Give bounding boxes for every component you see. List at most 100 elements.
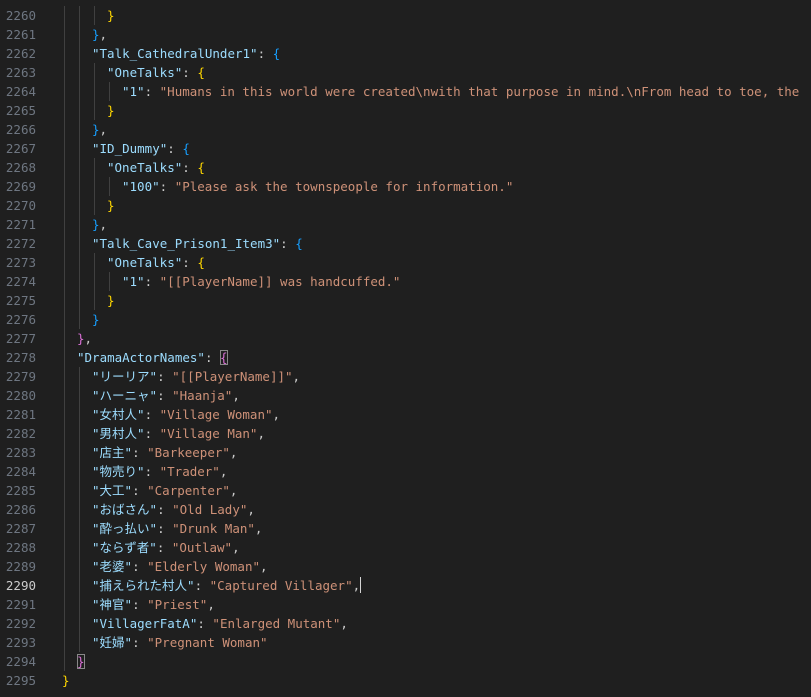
line-number: 2266 bbox=[5, 122, 36, 137]
code-line[interactable]: 2276} bbox=[0, 310, 811, 329]
code-line[interactable]: 2279 "リーリア": "[[PlayerName]]", bbox=[0, 367, 811, 386]
line-number: 2278 bbox=[5, 350, 36, 365]
code-token: { bbox=[220, 350, 228, 365]
code-line[interactable]: 2273 "OneTalks": { bbox=[0, 253, 811, 272]
code-editor[interactable]: 2260} 2261}, 2262 "Talk_CathedralUnder1": {… bbox=[0, 0, 811, 697]
code-token: "VillagerFatA" bbox=[92, 616, 198, 631]
indent-guide bbox=[64, 234, 65, 253]
indent-guide bbox=[79, 367, 80, 386]
code-token: : bbox=[132, 597, 148, 612]
indent-guide bbox=[94, 291, 95, 310]
indent-guide bbox=[94, 101, 95, 120]
code-token: "Priest" bbox=[147, 597, 208, 612]
code-token: : bbox=[197, 616, 213, 631]
line-code: "神官": "Priest", bbox=[92, 595, 215, 614]
indent-guide bbox=[64, 6, 65, 25]
code-line[interactable]: 2285 "大工": "Carpenter", bbox=[0, 481, 811, 500]
line-number: 2281 bbox=[5, 407, 36, 422]
code-line[interactable]: 2263 "OneTalks": { bbox=[0, 63, 811, 82]
code-token: : bbox=[157, 369, 173, 384]
code-line[interactable]: 2278 "DramaActorNames": { bbox=[0, 348, 811, 367]
code-line[interactable]: 2270} bbox=[0, 196, 811, 215]
code-token: "Talk_CathedralUnder1" bbox=[92, 46, 258, 61]
code-token: , bbox=[229, 445, 238, 460]
line-number: 2270 bbox=[5, 198, 36, 213]
indent-guide bbox=[64, 139, 65, 158]
code-line[interactable]: 2282 "男村人": "Village Man", bbox=[0, 424, 811, 443]
indent-guide bbox=[64, 82, 65, 101]
line-code: } bbox=[107, 101, 115, 120]
code-token: : bbox=[144, 84, 160, 99]
code-token: : bbox=[144, 464, 160, 479]
code-token: , bbox=[99, 27, 108, 42]
code-token: "Talk_Cave_Prison1_Item3" bbox=[92, 236, 281, 251]
code-line[interactable]: 2294} bbox=[0, 652, 811, 671]
code-token: "100" bbox=[122, 179, 160, 194]
code-line[interactable]: 2267 "ID_Dummy": { bbox=[0, 139, 811, 158]
code-token: , bbox=[229, 483, 238, 498]
code-line[interactable]: 2261}, bbox=[0, 25, 811, 44]
code-line[interactable]: 2288 "ならず者": "Outlaw", bbox=[0, 538, 811, 557]
indent-guide bbox=[79, 576, 80, 595]
line-number: 2261 bbox=[5, 27, 36, 42]
code-line[interactable]: 2268 "OneTalks": { bbox=[0, 158, 811, 177]
code-line[interactable]: 2292 "VillagerFatA": "Enlarged Mutant", bbox=[0, 614, 811, 633]
line-code: "OneTalks": { bbox=[107, 158, 205, 177]
code-token: : bbox=[144, 274, 160, 289]
indent-guide bbox=[79, 158, 80, 177]
line-code: } bbox=[92, 310, 100, 329]
indent-guide bbox=[64, 576, 65, 595]
line-number: 2269 bbox=[5, 179, 36, 194]
indent-guide bbox=[79, 386, 80, 405]
line-code: "100": "Please ask the townspeople for i… bbox=[122, 177, 513, 196]
code-line[interactable]: 2281 "女村人": "Village Woman", bbox=[0, 405, 811, 424]
line-number: 2294 bbox=[5, 654, 36, 669]
code-token: : bbox=[157, 502, 173, 517]
code-line[interactable]: 2265} bbox=[0, 101, 811, 120]
code-line[interactable]: 2286 "おばさん": "Old Lady", bbox=[0, 500, 811, 519]
indent-guide bbox=[64, 101, 65, 120]
code-line[interactable]: 2284 "物売り": "Trader", bbox=[0, 462, 811, 481]
indent-guide bbox=[64, 348, 65, 367]
indent-guide bbox=[64, 614, 65, 633]
code-line[interactable]: 2269 "100": "Please ask the townspeople f… bbox=[0, 177, 811, 196]
indent-guide bbox=[109, 82, 110, 101]
code-token: } bbox=[107, 198, 115, 213]
code-line[interactable]: 2264 "1": "Humans in this world were crea… bbox=[0, 82, 811, 101]
code-token: } bbox=[92, 27, 100, 42]
indent-guide bbox=[64, 177, 65, 196]
code-line[interactable]: 2291 "神官": "Priest", bbox=[0, 595, 811, 614]
line-number: 2282 bbox=[5, 426, 36, 441]
code-line[interactable]: 2260} bbox=[0, 6, 811, 25]
code-token: "[[PlayerName]]" bbox=[172, 369, 293, 384]
code-line[interactable]: 2277}, bbox=[0, 329, 811, 348]
code-token: } bbox=[92, 312, 100, 327]
indent-guide bbox=[79, 120, 80, 139]
code-line[interactable]: 2287 "酔っ払い": "Drunk Man", bbox=[0, 519, 811, 538]
indent-guide bbox=[79, 424, 80, 443]
indent-guide bbox=[109, 272, 110, 291]
code-line[interactable]: 2272 "Talk_Cave_Prison1_Item3": { bbox=[0, 234, 811, 253]
code-token: "Old Lady" bbox=[172, 502, 248, 517]
code-line[interactable]: 2295} bbox=[0, 671, 811, 690]
code-token: } bbox=[107, 103, 115, 118]
code-token: , bbox=[232, 540, 240, 555]
code-line[interactable]: 2275} bbox=[0, 291, 811, 310]
code-line[interactable]: 2280 "ハーニャ": "Haanja", bbox=[0, 386, 811, 405]
code-token: "Barkeeper" bbox=[147, 445, 230, 460]
line-code: "ハーニャ": "Haanja", bbox=[92, 386, 240, 405]
code-line[interactable]: 2266}, bbox=[0, 120, 811, 139]
line-code: "男村人": "Village Man", bbox=[92, 424, 265, 443]
line-code: "1": "[[PlayerName]] was handcuffed." bbox=[122, 272, 400, 291]
code-line[interactable]: 2271}, bbox=[0, 215, 811, 234]
code-line[interactable]: 2293 "妊婦": "Pregnant Woman" bbox=[0, 633, 811, 652]
code-line[interactable]: 2289 "老婆": "Elderly Woman", bbox=[0, 557, 811, 576]
code-line[interactable]: 2283 "店主": "Barkeeper", bbox=[0, 443, 811, 462]
code-token: "捕えられた村人" bbox=[92, 578, 195, 593]
indent-guide bbox=[79, 272, 80, 291]
line-code: "酔っ払い": "Drunk Man", bbox=[92, 519, 262, 538]
code-token: "OneTalks" bbox=[107, 160, 183, 175]
code-line[interactable]: 2274 "1": "[[PlayerName]] was handcuffed.… bbox=[0, 272, 811, 291]
code-line[interactable]: 2290 "捕えられた村人": "Captured Villager", bbox=[0, 576, 811, 595]
code-line[interactable]: 2262 "Talk_CathedralUnder1": { bbox=[0, 44, 811, 63]
